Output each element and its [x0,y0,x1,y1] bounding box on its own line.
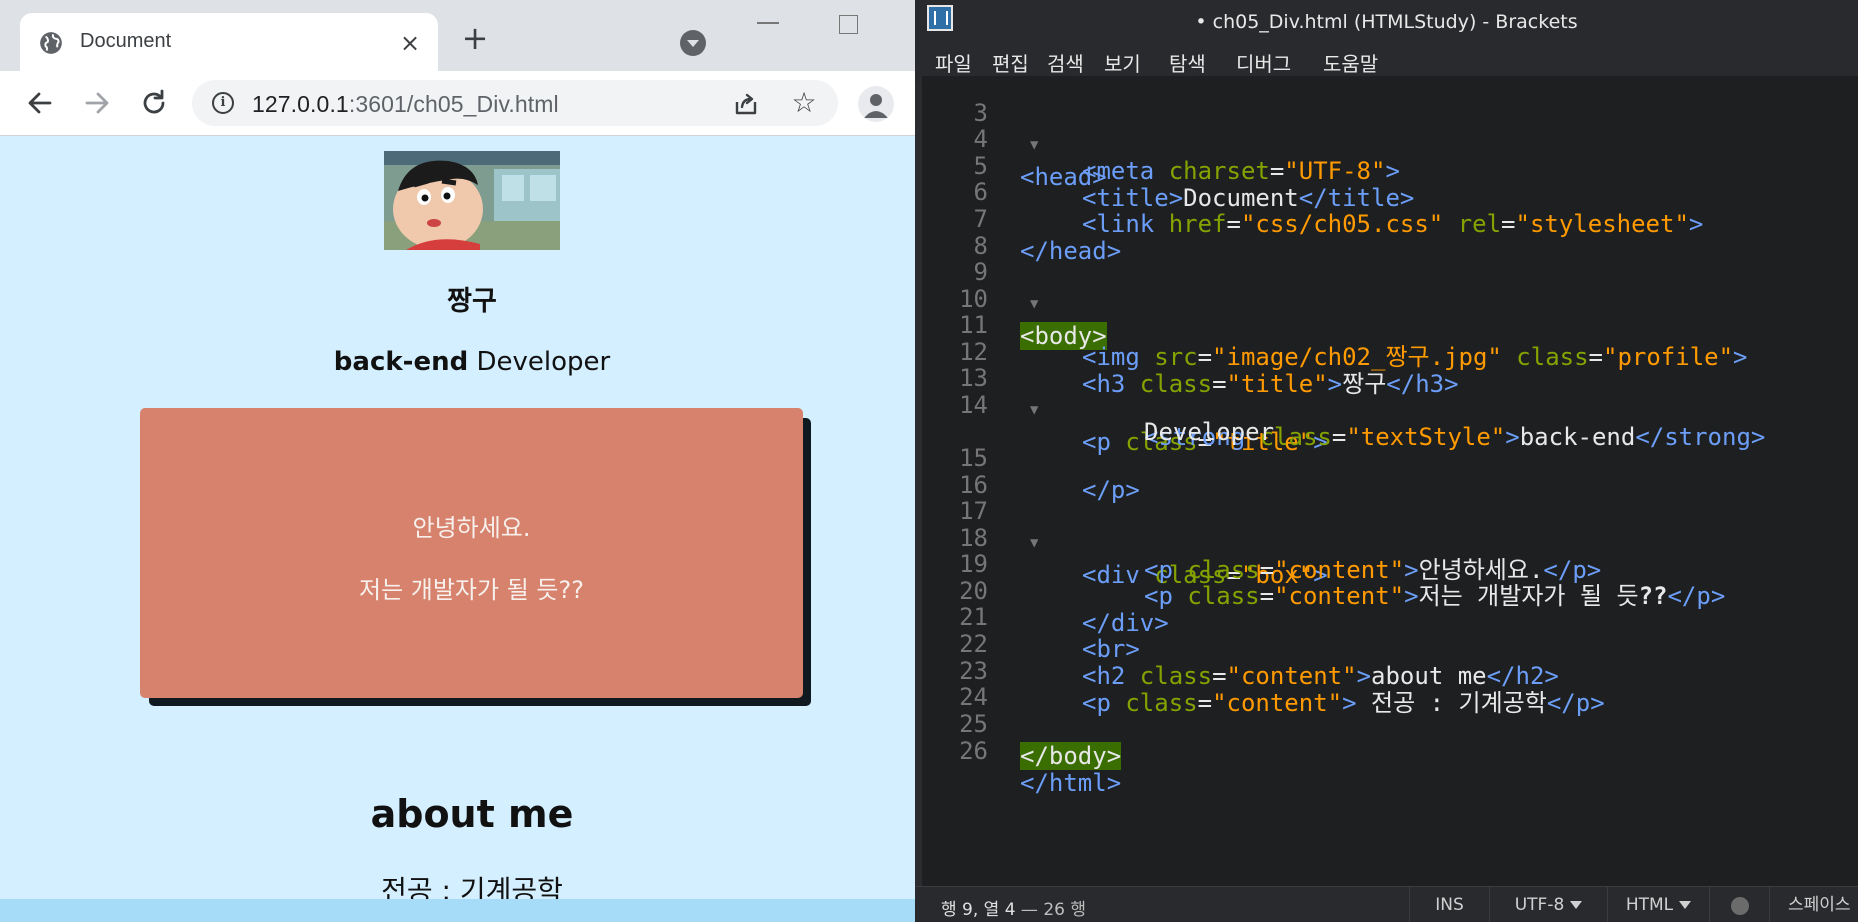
bookmark-star-icon[interactable]: ☆ [788,87,820,119]
chevron-down-icon [1570,901,1583,909]
profile-avatar-icon[interactable] [858,86,894,122]
new-tab-button[interactable]: + [458,22,492,56]
lint-status-icon [1731,897,1749,915]
browser-toolbar: i 127.0.0.1:3601/ch05_Div.html ☆ [0,71,915,136]
chevron-down-icon [1679,901,1692,909]
tab-strip: Document × + [0,0,915,71]
insert-mode-toggle[interactable]: INS [1409,887,1489,922]
editor-titlebar: • ch05_Div.html (HTMLStudy) - Brackets [915,0,1858,44]
maximize-button[interactable] [839,15,858,34]
code-token: </html> [1020,769,1122,797]
language-label: HTML [1625,895,1674,915]
person-icon [864,94,888,118]
role-paragraph: back-end Developer [0,347,915,377]
role-rest: Developer [468,347,611,377]
name-heading: 짱구 [447,286,497,317]
brackets-editor-window: • ch05_Div.html (HTMLStudy) - Brackets 파… [915,0,1858,922]
code-editor[interactable]: 3 ▼ <head> 4 <meta charset="UTF-8"> 5 <t… [922,76,1858,886]
line-count: — 26 행 [1015,900,1087,920]
role-strong: back-end [333,347,469,377]
web-page: 짱구 back-end Developer 안녕하세요. 저는 개발자가 될 듯… [0,136,915,922]
greeting-text: 안녕하세요. [412,514,531,542]
code-token-highlighted: </body> [1020,742,1122,770]
share-icon[interactable] [732,90,760,118]
address-bar[interactable]: i 127.0.0.1:3601/ch05_Div.html ☆ [192,80,838,126]
encoding-select[interactable]: UTF-8 [1489,887,1607,922]
url-text[interactable]: 127.0.0.1:3601/ch05_Div.html [252,91,559,118]
tab-close-button[interactable]: × [396,29,424,57]
profile-image [384,151,560,250]
content-box: 안녕하세요. 저는 개발자가 될 듯?? [140,408,803,698]
editor-statusbar: 행 9, 열 4 — 26 행 INS UTF-8 HTML 스페이스 [915,886,1858,922]
line-number: 26 [959,737,988,765]
developer-text: 저는 개발자가 될 듯?? [358,576,584,604]
forward-arrow-icon[interactable] [79,85,115,121]
cartoon-boy-image [384,151,560,250]
back-arrow-icon[interactable] [22,85,58,121]
page-bottom-strip [0,899,915,922]
site-info-icon[interactable]: i [212,92,234,114]
editor-window-title: • ch05_Div.html (HTMLStudy) - Brackets [1195,11,1578,33]
browser-tab[interactable]: Document × [20,13,438,71]
url-path: :3601/ch05_Div.html [348,91,559,117]
cursor-position: 행 9, 열 4 — 26 행 [941,895,1086,920]
globe-icon [40,32,62,54]
cursor-label: 행 9, 열 4 [941,900,1016,920]
code-line: 26 </html> [922,703,1858,797]
minimize-button[interactable] [757,22,779,24]
tab-search-icon[interactable] [680,30,706,56]
indent-setting[interactable]: 스페이스 [1769,887,1858,922]
language-select[interactable]: HTML [1607,887,1709,922]
browser-window: Document × + i 127.0.0.1:3601/ch05_Div.h… [0,0,915,922]
about-me-heading: about me [370,792,574,836]
linter-status[interactable] [1709,887,1769,922]
url-host: 127.0.0.1 [252,91,349,117]
tab-title: Document [80,30,172,52]
encoding-label: UTF-8 [1514,895,1565,915]
reload-icon[interactable] [136,85,172,121]
